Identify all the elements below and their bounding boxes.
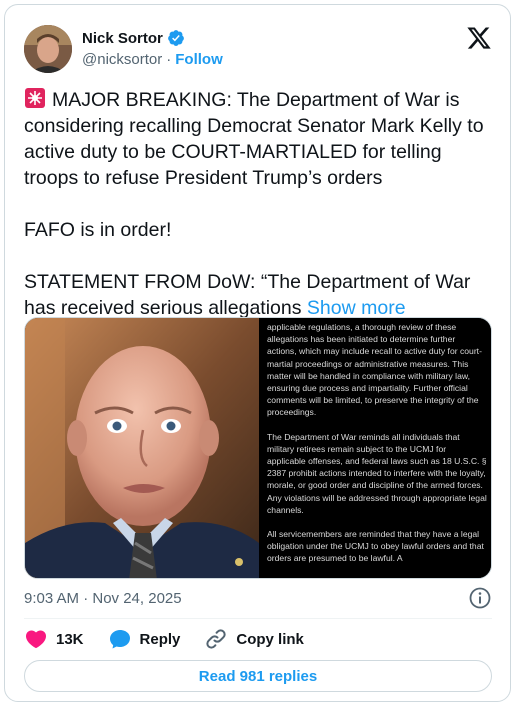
tweet-text: MAJOR BREAKING: The Department of War is… [24, 87, 494, 321]
avatar-image [24, 25, 72, 73]
tweet-line-1: MAJOR BREAKING: The Department of War is… [24, 89, 489, 189]
author-handle-row: @nicksortor · Follow [82, 51, 223, 68]
tweet-line-3: STATEMENT FROM DoW: “The Department of W… [24, 271, 476, 319]
tweet-timestamp[interactable]: 9:03 AM · Nov 24, 2025 [24, 590, 182, 607]
reply-label: Reply [139, 630, 181, 648]
statement-document: applicable regulations, a thorough revie… [261, 318, 491, 578]
author-handle[interactable]: @nicksortor [82, 51, 162, 68]
copy-link-button[interactable]: Copy link [204, 627, 304, 651]
author-name-row: Nick Sortor [82, 29, 185, 47]
tweet-media[interactable]: applicable regulations, a thorough revie… [24, 317, 492, 579]
like-button[interactable]: 13K [24, 627, 84, 651]
x-logo-icon[interactable] [466, 25, 492, 51]
info-icon[interactable] [468, 586, 492, 610]
avatar[interactable] [24, 25, 72, 73]
senator-photo[interactable] [25, 318, 259, 579]
reply-button[interactable]: Reply [108, 627, 181, 651]
tweet-line-2: FAFO is in order! [24, 219, 172, 241]
follow-button[interactable]: Follow [175, 51, 223, 68]
copy-link-label: Copy link [236, 630, 304, 648]
separator-dot: · [166, 51, 172, 68]
statement-paragraph-2: The Department of War reminds all indivi… [267, 431, 487, 515]
statement-paragraph-3: All servicemembers are reminded that the… [267, 529, 484, 564]
action-bar: 13K Reply Copy link [24, 627, 328, 651]
heart-icon [25, 630, 47, 649]
tweet-card: Nick Sortor @nicksortor · Follow MAJOR B… [4, 4, 511, 702]
link-icon [206, 629, 227, 649]
verified-badge-icon [167, 30, 184, 46]
like-count: 13K [56, 630, 84, 648]
read-replies-button[interactable]: Read 981 replies [24, 660, 492, 692]
statement-paragraph-1: applicable regulations, a thorough revie… [267, 322, 482, 418]
divider [24, 618, 492, 619]
show-more-link[interactable]: Show more [307, 297, 406, 319]
siren-emoji-icon [24, 87, 46, 109]
reply-bubble-icon [109, 630, 130, 649]
author-display-name[interactable]: Nick Sortor [82, 30, 163, 47]
